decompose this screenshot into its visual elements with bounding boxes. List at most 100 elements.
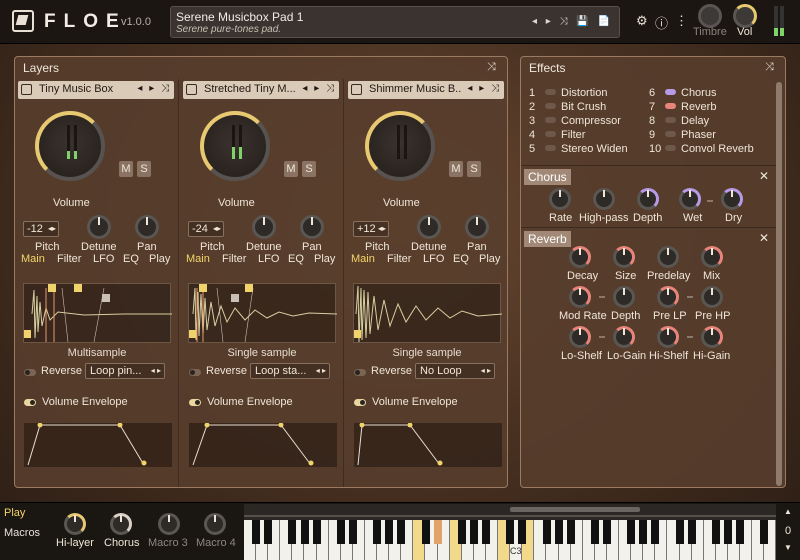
layer-name[interactable]: Tiny Music Box (39, 83, 131, 95)
effect-toggle[interactable] (545, 131, 556, 137)
info-icon[interactable]: ⓘ (655, 13, 668, 32)
tab-play[interactable]: Play (479, 253, 500, 265)
loop-mode-select[interactable]: Loop pin... ◂ ▸ (85, 363, 165, 379)
tab-lfo[interactable]: LFO (423, 253, 444, 265)
black-key[interactable] (566, 520, 575, 544)
preset-nav-icons[interactable]: ◂ ▸ ⤨ 💾 📄 (532, 16, 613, 27)
black-key[interactable] (433, 520, 442, 544)
effect-toggle[interactable] (545, 103, 556, 109)
detune-knob[interactable] (417, 215, 441, 239)
reverse-toggle[interactable] (354, 369, 366, 376)
waveform-display[interactable] (23, 283, 172, 343)
solo-button[interactable]: S (137, 161, 151, 177)
solo-button[interactable]: S (302, 161, 316, 177)
black-key[interactable] (300, 520, 309, 544)
layer-header[interactable]: Shimmer Music B... ◂ ▸ ⤨ (348, 81, 504, 99)
layer-volume-knob[interactable] (35, 111, 105, 181)
layer-header[interactable]: Tiny Music Box ◂ ▸ ⤨ (18, 81, 174, 99)
black-key[interactable] (518, 520, 527, 544)
effect-toggle[interactable] (545, 89, 556, 95)
chorus-dry-knob[interactable] (721, 188, 743, 210)
black-key[interactable] (506, 520, 515, 544)
layer-instrument-icon[interactable] (21, 84, 32, 95)
black-key[interactable] (482, 520, 490, 544)
tab-macros[interactable]: Macros (4, 527, 40, 539)
macro-4-knob[interactable] (204, 513, 226, 535)
reverb-higain-knob[interactable] (701, 326, 723, 348)
tab-lfo[interactable]: LFO (93, 253, 114, 265)
tab-play[interactable]: Play (149, 253, 170, 265)
effect-toggle[interactable] (665, 145, 676, 151)
chorus-rate-knob[interactable] (549, 188, 571, 210)
black-key[interactable] (385, 520, 394, 544)
black-key[interactable] (542, 520, 551, 544)
waveform-display[interactable] (188, 283, 337, 343)
pitch-field[interactable]: -12 ◂▸ (23, 221, 59, 237)
mute-button[interactable]: M (119, 161, 133, 177)
effect-toggle[interactable] (665, 103, 676, 109)
volume-envelope-toggle[interactable] (24, 399, 36, 406)
pitch-field[interactable]: -24 ◂▸ (188, 221, 224, 237)
tab-main[interactable]: Main (351, 253, 375, 265)
reverb-predelay-knob[interactable] (657, 246, 679, 268)
mute-button[interactable]: M (284, 161, 298, 177)
black-key[interactable] (675, 520, 684, 544)
volume-envelope-toggle[interactable] (354, 399, 366, 406)
tab-play[interactable]: Play (314, 253, 335, 265)
black-key[interactable] (252, 520, 261, 544)
detune-knob[interactable] (87, 215, 111, 239)
reverb-modrate-knob[interactable] (569, 286, 591, 308)
black-key[interactable] (627, 520, 636, 544)
black-key[interactable] (590, 520, 599, 544)
layer-nav-icons[interactable]: ◂ ▸ ⤨ (137, 83, 171, 94)
black-key[interactable] (373, 520, 382, 544)
chorus-highpass-knob[interactable] (593, 188, 615, 210)
timbre-knob[interactable] (698, 4, 722, 28)
tab-eq[interactable]: EQ (123, 253, 139, 265)
solo-button[interactable]: S (467, 161, 481, 177)
gear-icon[interactable]: ⚙ (636, 13, 648, 29)
octave-up-icon[interactable]: ▲ (784, 507, 792, 516)
effects-scrollbar[interactable] (776, 82, 782, 486)
envelope-editor[interactable] (189, 423, 337, 467)
black-key[interactable] (336, 520, 345, 544)
effect-toggle[interactable] (665, 89, 676, 95)
chorus-depth-knob[interactable] (637, 188, 659, 210)
close-icon[interactable]: ✕ (759, 231, 769, 245)
octave-down-icon[interactable]: ▼ (784, 543, 792, 552)
mute-button[interactable]: M (449, 161, 463, 177)
reverb-mix-knob[interactable] (701, 246, 723, 268)
tab-play-bottom[interactable]: Play (4, 507, 25, 519)
black-key[interactable] (348, 520, 357, 544)
detune-knob[interactable] (252, 215, 276, 239)
tab-main[interactable]: Main (21, 253, 45, 265)
black-key[interactable] (760, 520, 769, 544)
macro-3-knob[interactable] (158, 513, 180, 535)
envelope-editor[interactable] (24, 423, 172, 467)
macro-chorus-knob[interactable] (110, 513, 132, 535)
black-key[interactable] (264, 520, 273, 544)
tab-filter[interactable]: Filter (222, 253, 246, 265)
effect-toggle[interactable] (665, 131, 676, 137)
macro-hi-layer-knob[interactable] (64, 513, 86, 535)
envelope-editor[interactable] (354, 423, 502, 467)
layer-nav-icons[interactable]: ◂ ▸ ⤨ (467, 83, 501, 94)
layer-instrument-icon[interactable] (351, 84, 362, 95)
reverb-decay-knob[interactable] (569, 246, 591, 268)
preset-selector[interactable]: Serene Musicbox Pad 1 Serene pure-tones … (170, 6, 620, 38)
black-key[interactable] (711, 520, 720, 544)
tab-eq[interactable]: EQ (288, 253, 304, 265)
pan-knob[interactable] (300, 215, 324, 239)
layer-nav-icons[interactable]: ◂ ▸ ⤨ (302, 83, 336, 94)
reverb-prelp-knob[interactable] (657, 286, 679, 308)
volume-knob[interactable] (733, 4, 757, 28)
pan-knob[interactable] (135, 215, 159, 239)
reverb-logain-knob[interactable] (613, 326, 635, 348)
black-key[interactable] (736, 520, 745, 544)
layer-instrument-icon[interactable] (186, 84, 197, 95)
pitch-field[interactable]: +12 ◂▸ (353, 221, 389, 237)
black-key[interactable] (603, 520, 611, 544)
close-icon[interactable]: ✕ (759, 169, 769, 183)
layer-name[interactable]: Stretched Tiny M... (204, 83, 296, 95)
reverb-size-knob[interactable] (613, 246, 635, 268)
